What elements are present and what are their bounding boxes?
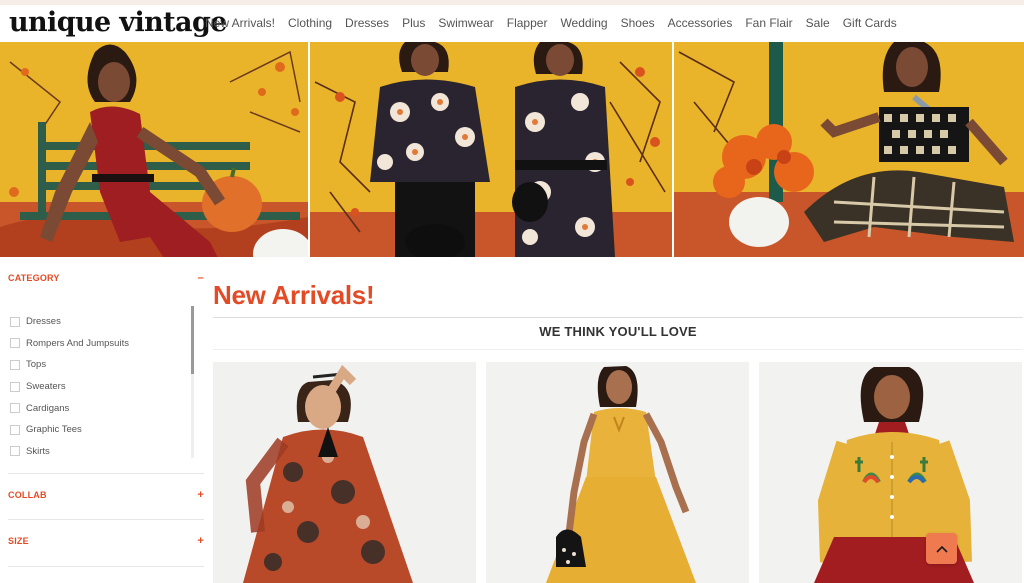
hero-image-right xyxy=(674,42,1024,257)
title-divider xyxy=(213,317,1023,318)
nav-item-new-arrivals[interactable]: New Arrivals! xyxy=(205,16,275,30)
checkbox[interactable] xyxy=(10,359,20,370)
back-to-top-button[interactable] xyxy=(926,533,957,564)
nav-item-dresses[interactable]: Dresses xyxy=(345,16,389,30)
category-item-tops[interactable]: Tops xyxy=(8,354,204,376)
product-image xyxy=(759,362,1022,583)
checkbox[interactable] xyxy=(10,381,20,392)
product-card-3[interactable] xyxy=(759,362,1022,583)
checkbox[interactable] xyxy=(10,403,20,414)
checkbox[interactable] xyxy=(10,446,20,457)
category-item-label: Skirts xyxy=(26,445,50,457)
nav-item-shoes[interactable]: Shoes xyxy=(621,16,655,30)
nav-item-clothing[interactable]: Clothing xyxy=(288,16,332,30)
nav-item-accessories[interactable]: Accessories xyxy=(668,16,733,30)
category-item-label: Rompers And Jumpsuits xyxy=(26,337,129,349)
brand-logo[interactable]: unique vintage xyxy=(9,8,227,38)
category-list: Dresses Rompers And Jumpsuits Tops Sweat… xyxy=(8,311,204,462)
category-item-label: Sweaters xyxy=(26,381,66,393)
product-card-1[interactable] xyxy=(213,362,476,583)
filter-size-header[interactable]: SIZE + xyxy=(8,535,204,547)
page-title: New Arrivals! xyxy=(213,280,375,310)
chevron-up-icon xyxy=(935,545,948,553)
filter-collab-label: COLLAB xyxy=(8,490,47,500)
product-image xyxy=(486,362,749,583)
main-nav: New Arrivals! Clothing Dresses Plus Swim… xyxy=(205,16,910,30)
filter-divider xyxy=(8,566,204,567)
nav-item-gift-cards[interactable]: Gift Cards xyxy=(843,16,897,30)
category-item-skirts[interactable]: Skirts xyxy=(8,441,204,463)
category-scrollbar-thumb[interactable] xyxy=(191,306,194,374)
checkbox[interactable] xyxy=(10,316,20,327)
nav-item-fan-flair[interactable]: Fan Flair xyxy=(745,16,792,30)
filter-category-label: CATEGORY xyxy=(8,273,60,283)
hero-banner[interactable] xyxy=(0,42,1024,257)
nav-item-sale[interactable]: Sale xyxy=(806,16,830,30)
checkbox[interactable] xyxy=(10,424,20,435)
filter-divider xyxy=(8,473,204,474)
category-item-graphic-tees[interactable]: Graphic Tees xyxy=(8,419,204,441)
nav-item-plus[interactable]: Plus xyxy=(402,16,425,30)
hero-image-left xyxy=(0,42,308,257)
filter-sidebar: CATEGORY – Dresses Rompers And Jumpsuits… xyxy=(8,272,204,462)
category-item-label: Graphic Tees xyxy=(26,424,82,436)
filter-size-label: SIZE xyxy=(8,536,29,546)
product-image xyxy=(213,362,476,583)
nav-item-wedding[interactable]: Wedding xyxy=(560,16,607,30)
category-item-cardigans[interactable]: Cardigans xyxy=(8,397,204,419)
section-divider xyxy=(213,349,1023,350)
product-card-2[interactable] xyxy=(486,362,749,583)
category-item-sweaters[interactable]: Sweaters xyxy=(8,376,204,398)
collapse-icon[interactable]: – xyxy=(198,272,204,284)
expand-icon[interactable]: + xyxy=(197,489,204,501)
nav-item-swimwear[interactable]: Swimwear xyxy=(438,16,493,30)
category-item-dresses[interactable]: Dresses xyxy=(8,311,204,333)
checkbox[interactable] xyxy=(10,338,20,349)
category-item-label: Dresses xyxy=(26,316,61,328)
filter-collab-header[interactable]: COLLAB + xyxy=(8,489,204,501)
hero-image-center xyxy=(310,42,672,257)
nav-item-flapper[interactable]: Flapper xyxy=(507,16,548,30)
filter-category-header[interactable]: CATEGORY – xyxy=(8,272,204,284)
category-item-rompers[interactable]: Rompers And Jumpsuits xyxy=(8,333,204,355)
site-header: unique vintage New Arrivals! Clothing Dr… xyxy=(0,5,1024,42)
section-heading: WE THINK YOU'LL LOVE xyxy=(539,324,697,339)
category-item-label: Tops xyxy=(26,359,47,371)
category-item-label: Cardigans xyxy=(26,402,70,414)
expand-icon[interactable]: + xyxy=(197,535,204,547)
filter-divider xyxy=(8,519,204,520)
